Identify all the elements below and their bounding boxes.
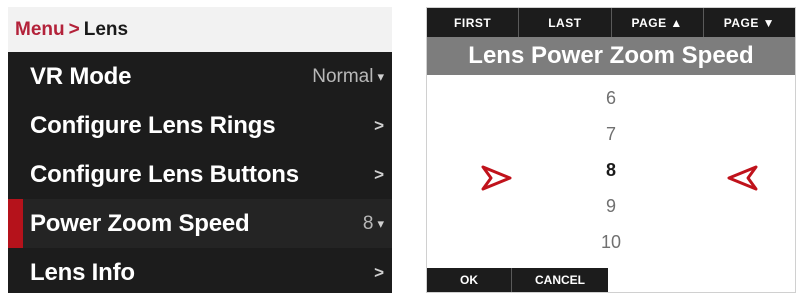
chevron-right-icon: > (374, 262, 384, 282)
value-option[interactable]: 7 (427, 116, 795, 152)
page-up-button[interactable]: PAGE ▲ (612, 8, 704, 37)
menu-item-label: VR Mode (30, 62, 132, 90)
ok-button[interactable]: OK (427, 268, 512, 292)
breadcrumb-root[interactable]: Menu (15, 19, 65, 41)
picker-title: Lens Power Zoom Speed (427, 37, 795, 75)
value-option[interactable]: 9 (427, 188, 795, 224)
triangle-pointer-right-icon (481, 165, 512, 191)
menu-list: VR Mode Normal ▾ Configure Lens Rings > … (8, 52, 392, 297)
first-button[interactable]: FIRST (427, 8, 520, 37)
breadcrumb: Menu > Lens (8, 7, 392, 52)
menu-item-label: Power Zoom Speed (30, 209, 250, 237)
picker-nav-bar: FIRST LAST PAGE ▲ PAGE ▼ (427, 8, 795, 37)
menu-item-value: 8 (362, 212, 374, 234)
menu-item-label: Configure Lens Rings (30, 111, 276, 139)
selection-marker (8, 199, 23, 248)
menu-item-value-group: > (374, 263, 384, 283)
menu-item-power-zoom-speed[interactable]: Power Zoom Speed 8 ▾ (8, 199, 392, 248)
menu-item-vr-mode[interactable]: VR Mode Normal ▾ (8, 52, 392, 101)
lens-menu-panel: Menu > Lens VR Mode Normal ▾ Configure L… (8, 7, 392, 293)
cancel-button[interactable]: CANCEL (512, 268, 608, 292)
triangle-pointer-left-icon (727, 165, 758, 191)
menu-item-configure-lens-rings[interactable]: Configure Lens Rings > (8, 101, 392, 150)
caret-down-icon: ▾ (377, 215, 384, 231)
caret-down-icon: ▾ (377, 68, 384, 84)
breadcrumb-separator-icon: > (68, 18, 80, 40)
breadcrumb-current: Lens (83, 18, 129, 40)
menu-item-configure-lens-buttons[interactable]: Configure Lens Buttons > (8, 150, 392, 199)
menu-item-value-group: 8 ▾ (363, 213, 384, 235)
menu-item-label: Lens Info (30, 258, 135, 286)
last-button[interactable]: LAST (519, 8, 612, 37)
value-option[interactable]: 10 (427, 224, 795, 260)
menu-item-value-group: > (374, 165, 384, 185)
chevron-right-icon: > (374, 115, 384, 135)
page-down-button[interactable]: PAGE ▼ (704, 8, 795, 37)
chevron-right-icon: > (374, 164, 384, 184)
menu-item-label: Configure Lens Buttons (30, 160, 299, 188)
value-option[interactable]: 6 (427, 80, 795, 116)
value-picker-panel: FIRST LAST PAGE ▲ PAGE ▼ Lens Power Zoom… (426, 7, 796, 293)
menu-item-lens-info[interactable]: Lens Info > (8, 248, 392, 297)
menu-item-value: Normal (312, 65, 374, 87)
picker-action-bar: OK CANCEL (427, 268, 608, 292)
menu-item-value-group: > (374, 116, 384, 136)
menu-item-value-group: Normal ▾ (312, 66, 384, 88)
